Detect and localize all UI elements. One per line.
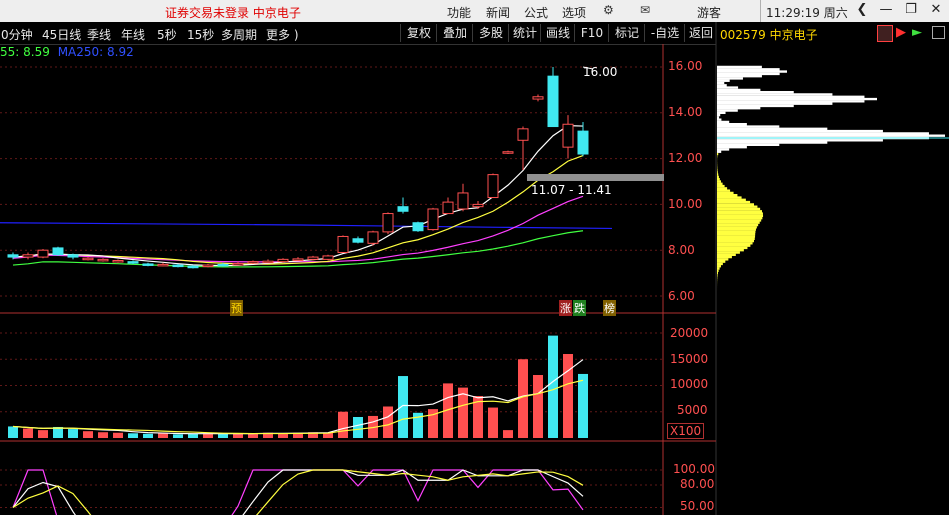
- volume-bar: [248, 433, 258, 438]
- candle-body: [322, 255, 334, 260]
- candle-body: [502, 151, 514, 154]
- indicator-tick: 80.00: [680, 477, 715, 491]
- candle-body: [202, 264, 214, 268]
- volume-bar: [128, 433, 138, 438]
- volume-bar: [503, 430, 513, 438]
- candle-body: [337, 235, 349, 253]
- candle-body: [7, 254, 19, 258]
- price-tick: 14.00: [668, 105, 703, 119]
- candle-body: [397, 206, 409, 212]
- volume-bar: [98, 432, 108, 438]
- ranking-marker[interactable]: 榜: [603, 300, 616, 316]
- volume-bar: [488, 407, 498, 438]
- candle-body: [517, 128, 529, 141]
- limit-down-marker[interactable]: 跌: [573, 300, 586, 316]
- candle-body: [187, 265, 199, 269]
- high-price-label: 16.00: [583, 65, 618, 79]
- ma-lines: [0, 125, 613, 268]
- volume-tick: 5000: [677, 403, 708, 417]
- price-tick: 16.00: [668, 59, 703, 73]
- price-tick: 8.00: [668, 243, 695, 257]
- volume-tick: 15000: [670, 352, 709, 366]
- volume-bar: [8, 426, 18, 438]
- candle-body: [97, 258, 109, 262]
- price-band: [527, 174, 664, 181]
- candle-body: [427, 208, 439, 231]
- volume-bar: [578, 373, 588, 438]
- volume-bar: [113, 432, 123, 438]
- candle-body: [577, 130, 589, 155]
- candle-body: [352, 238, 364, 243]
- volume-bar: [173, 434, 183, 438]
- candle-body: [412, 222, 424, 232]
- k-line: [12, 469, 584, 515]
- candles: [7, 66, 594, 269]
- candle-body: [307, 256, 319, 260]
- volume-bar: [143, 433, 153, 438]
- candle-body: [232, 262, 244, 266]
- candle-body: [157, 263, 169, 267]
- candle-body: [292, 258, 304, 261]
- candle-body: [112, 260, 124, 263]
- candle-body: [532, 96, 544, 100]
- volume-unit: X100: [667, 423, 705, 439]
- candle-body: [457, 192, 469, 210]
- volume-tick: 20000: [670, 326, 709, 340]
- candle-body: [562, 123, 574, 148]
- candle-body: [247, 261, 259, 264]
- j-line: [12, 469, 584, 515]
- volume-bar: [398, 376, 408, 438]
- volume-bar: [68, 429, 78, 438]
- candle-body: [52, 247, 64, 256]
- candle-body: [127, 261, 139, 264]
- volume-bar: [23, 428, 33, 438]
- candle-body: [382, 213, 394, 233]
- candle-body: [472, 203, 484, 208]
- volume-bar: [563, 354, 573, 438]
- candle-body: [22, 254, 34, 258]
- price-tick: 6.00: [668, 289, 695, 303]
- candle-body: [367, 231, 379, 244]
- band-bar: [527, 174, 664, 181]
- candle-body: [487, 174, 499, 199]
- volume-bar: [338, 411, 348, 438]
- volume-bar: [383, 406, 393, 438]
- volume-bar: [158, 433, 168, 438]
- d-line: [12, 469, 584, 515]
- volume-bar: [533, 375, 543, 438]
- volume-bar: [353, 417, 363, 438]
- band-range-label: 11.07 - 11.41: [531, 183, 612, 197]
- candle-body: [262, 260, 274, 264]
- volume-bar: [218, 433, 228, 438]
- candle-body: [277, 258, 289, 263]
- volume-bar: [188, 433, 198, 438]
- volume-bar: [38, 430, 48, 438]
- limit-up-marker[interactable]: 涨: [559, 300, 572, 316]
- ma250-line: [0, 222, 613, 230]
- volume-bars: [8, 335, 588, 438]
- pre-marker[interactable]: 预: [230, 300, 243, 316]
- chip-distribution: [717, 65, 949, 298]
- volume-bar: [83, 431, 93, 438]
- candle-body: [67, 254, 79, 258]
- kline-chart[interactable]: [0, 0, 949, 515]
- volume-tick: 10000: [670, 377, 709, 391]
- price-tick: 10.00: [668, 197, 703, 211]
- indicator-tick: 50.00: [680, 499, 715, 513]
- price-tick: 12.00: [668, 151, 703, 165]
- candle-body: [37, 249, 49, 258]
- candle-body: [172, 264, 184, 268]
- candle-body: [142, 263, 154, 266]
- candle-body: [547, 75, 559, 128]
- ma-magenta-line: [12, 195, 584, 263]
- candle-body: [217, 263, 229, 267]
- indicator-lines: [12, 469, 584, 515]
- volume-bar: [548, 335, 558, 438]
- indicator-tick: 100.00: [673, 462, 715, 476]
- candle-body: [82, 257, 94, 261]
- candle-body: [442, 201, 454, 215]
